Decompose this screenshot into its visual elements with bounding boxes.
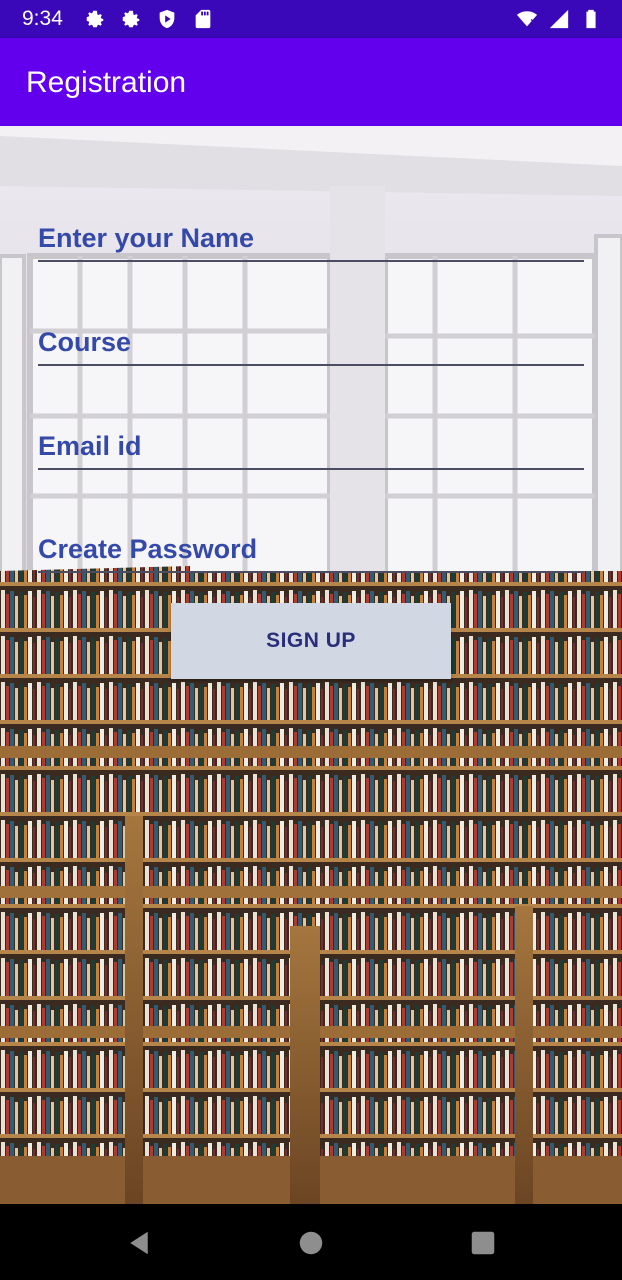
signal-icon: [549, 9, 569, 29]
signup-button[interactable]: SIGN UP: [171, 603, 451, 679]
back-icon[interactable]: [124, 1228, 154, 1258]
name-field-placeholder: Enter your Name: [38, 223, 255, 253]
gear-icon: [122, 10, 140, 28]
app-title: Registration: [26, 66, 187, 99]
home-icon[interactable]: [296, 1228, 326, 1258]
navigation-bar: [0, 1204, 622, 1280]
signup-button-label: SIGN UP: [266, 629, 356, 652]
course-field-placeholder: Course: [38, 327, 132, 357]
gear-icon: [86, 10, 104, 28]
password-field[interactable]: Create Password: [38, 527, 584, 573]
registration-form: Enter your Name Course Email id Create P…: [32, 158, 590, 598]
password-field-placeholder: Create Password: [38, 534, 258, 564]
registration-content: Enter your Name Course Email id Create P…: [0, 126, 622, 1204]
status-bar: 9:34: [0, 0, 622, 38]
email-field[interactable]: Email id: [38, 424, 584, 470]
email-field-placeholder: Email id: [38, 431, 142, 461]
status-time: 9:34: [22, 7, 63, 30]
shield-icon: [159, 9, 175, 29]
status-notification-icons: [84, 8, 214, 30]
status-system-icons: [516, 8, 602, 30]
battery-icon: [586, 9, 596, 29]
app-bar: Registration: [0, 38, 622, 126]
name-field[interactable]: Enter your Name: [38, 216, 584, 262]
recents-icon[interactable]: [468, 1228, 498, 1258]
sd-card-icon: [195, 9, 211, 29]
wifi-icon: [516, 11, 538, 27]
course-field[interactable]: Course: [38, 320, 584, 366]
